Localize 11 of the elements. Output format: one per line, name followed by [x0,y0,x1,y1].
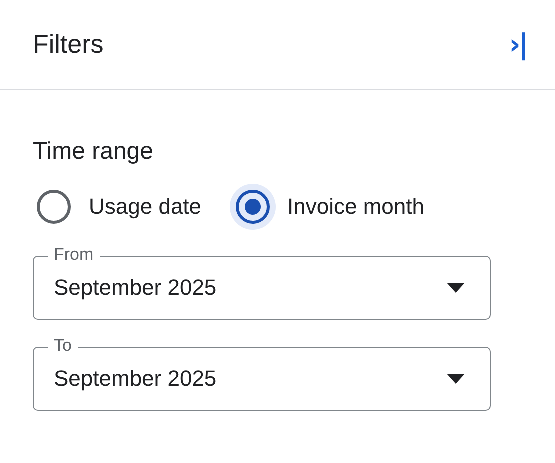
field-value: September 2025 [54,366,217,392]
month-dropdown[interactable]: From September 2025 [33,245,491,320]
radio-option[interactable]: Invoice month [230,184,424,230]
panel-title: Filters [33,29,104,60]
caret-icon [447,374,465,384]
field-value: September 2025 [54,275,217,301]
month-dropdown[interactable]: To September 2025 [33,336,491,411]
section-title: Time range [33,138,154,166]
collapse-button[interactable]: ›| [505,28,531,61]
radio-option[interactable]: Usage date [31,184,202,230]
caret-icon [447,283,465,293]
